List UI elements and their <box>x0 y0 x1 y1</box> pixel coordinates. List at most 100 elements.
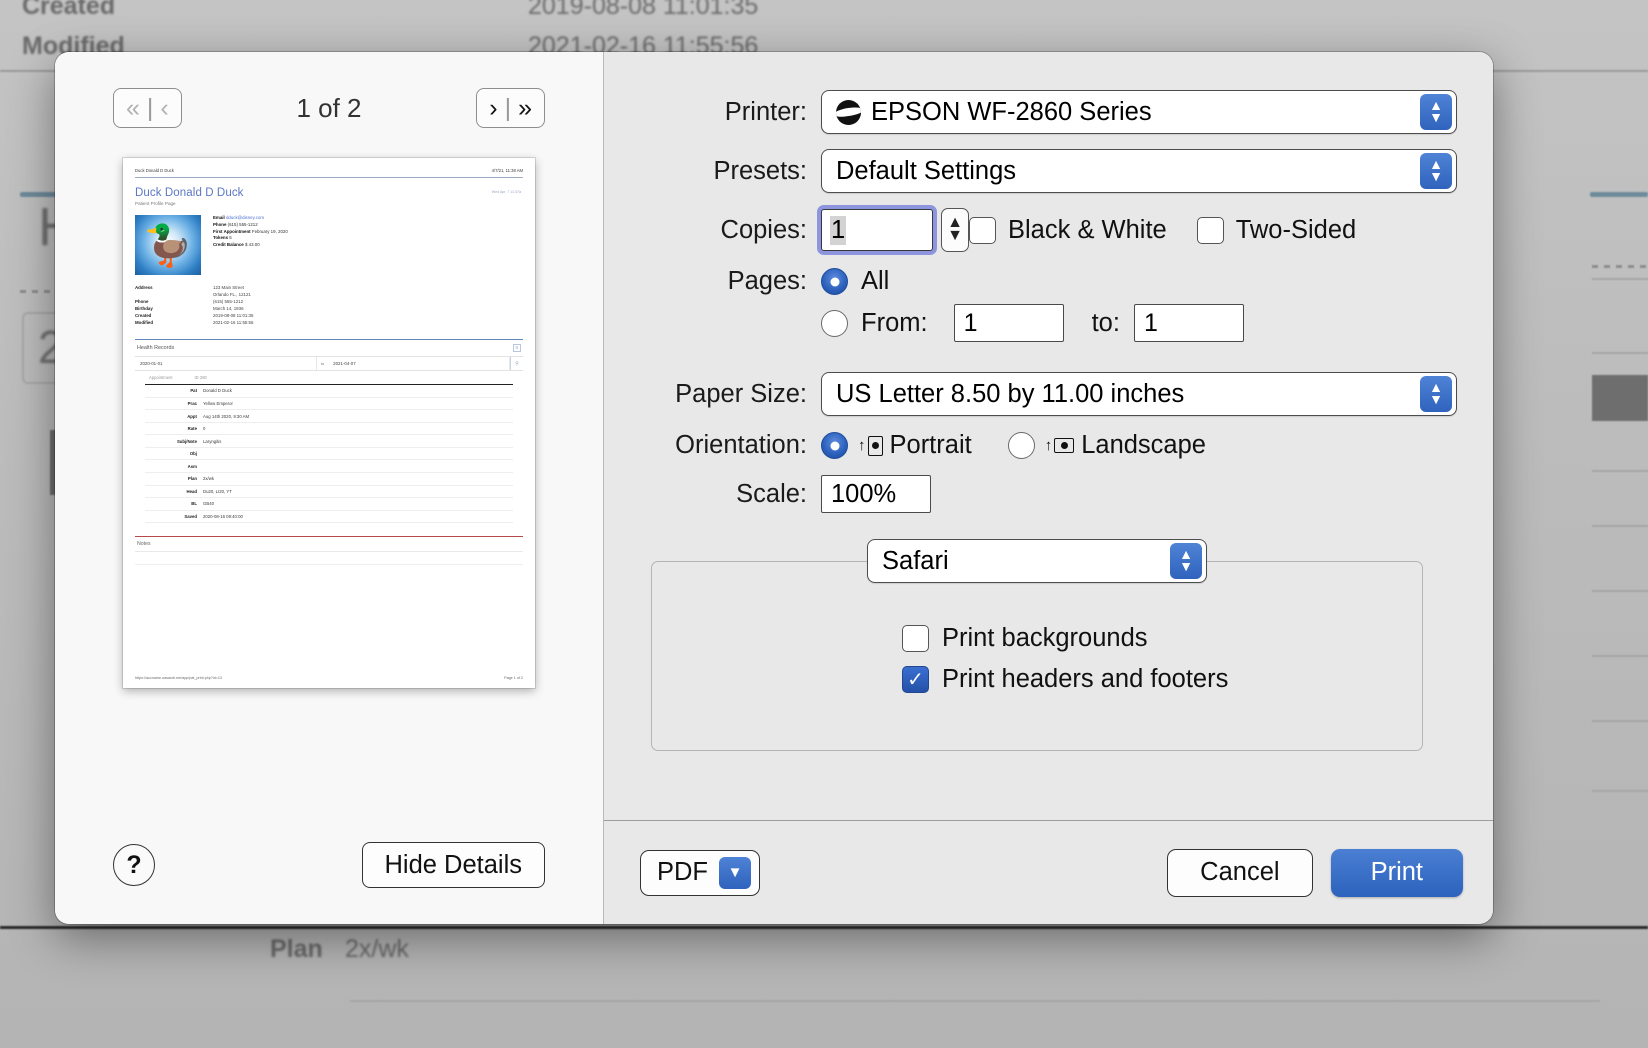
print-dialog: « | ‹ 1 of 2 › | » Duck Donald D Duck 4/… <box>55 52 1493 924</box>
table-row: Prac Yellow Emperor <box>145 398 513 411</box>
row-value: Laryngitis <box>203 438 222 444</box>
prev-page-icon: ‹ <box>160 93 169 122</box>
appointment-table: Pat Donald D Duck Prac Yellow Emperor Appt… <box>145 384 513 524</box>
table-row: Rate 0 <box>145 423 513 436</box>
row-key: BL <box>191 501 197 507</box>
row-value: GB40 <box>203 501 214 507</box>
presets-select[interactable]: Default Settings ▲ ▼ <box>821 149 1457 193</box>
doc-field-row: Address 123 Main Street <box>135 284 523 291</box>
epson-drop-icon <box>836 99 861 125</box>
pages-from-input[interactable]: 1 <box>953 304 1064 342</box>
preview-pane: « | ‹ 1 of 2 › | » Duck Donald D Duck 4/… <box>55 52 604 924</box>
contact-value: dduck@disney.com <box>225 215 265 220</box>
table-row: Plan 2x/wk <box>145 473 513 486</box>
row-key: Subj/Note <box>176 438 197 444</box>
copies-input[interactable]: 1 <box>821 209 933 251</box>
table-row: BL GB40 <box>145 498 513 511</box>
print-headers-footers-checkbox[interactable]: ✓ <box>902 666 929 693</box>
next-page-button[interactable]: › | » <box>476 88 545 128</box>
field-key: Modified <box>135 320 154 326</box>
row-key: Obj <box>189 451 197 457</box>
doc-field-row: Birthday March 14, 1936 <box>135 305 523 312</box>
copies-stepper[interactable]: ▲ ▼ <box>941 208 969 252</box>
dialog-footer: PDF ▼ Cancel Print <box>604 820 1493 924</box>
print-button[interactable]: Print <box>1330 848 1463 897</box>
field-value: 2021-02-16 11:55:56 <box>213 320 254 326</box>
contact-value: February 19, 2020 <box>251 228 288 234</box>
bg-row-line-5 <box>1592 590 1648 592</box>
table-row: Appt Aug 14th 2020, 9:30 AM <box>145 410 513 423</box>
bg-divider-bottom <box>0 926 1648 929</box>
contact-value: $ 43.00 <box>244 242 260 248</box>
doc-header-rule <box>135 177 523 178</box>
bg-row-line-4 <box>1592 525 1648 527</box>
two-sided-checkbox[interactable] <box>1196 216 1224 244</box>
first-page-icon: « <box>126 93 140 122</box>
copies-label: Copies: <box>720 215 807 244</box>
field-key: Created <box>135 313 152 319</box>
presets-label: Presets: <box>713 156 807 185</box>
doc-field-row: Phone (615) 555-1212 <box>135 298 523 305</box>
pages-all-radio[interactable] <box>821 268 848 295</box>
options-list: Printer: EPSON WF-2860 Series ▲ ▼ Presets… <box>604 52 1493 820</box>
orientation-label: Orientation: <box>675 431 807 459</box>
doc-footer-page: Page 1 of 2 <box>504 676 523 680</box>
doc-field-row: Modified 2021-02-16 11:55:56 <box>135 319 523 326</box>
black-and-white-checkbox[interactable] <box>969 216 996 244</box>
table-row: Asm <box>145 460 513 473</box>
chevron-updown-icon: ▲ ▼ <box>1170 543 1202 579</box>
orientation-row: Orientation: ↑ Portrait ↑ Landscape <box>626 431 1457 460</box>
pdf-button[interactable]: PDF ▼ <box>640 849 760 896</box>
pages-to-input[interactable]: 1 <box>1133 304 1244 342</box>
row-key: Appt <box>187 413 197 419</box>
app-select[interactable]: Safari ▲ ▼ <box>867 539 1207 583</box>
row-key: Saved <box>184 513 197 519</box>
field-value: Orlando FL., 12121 <box>213 292 251 298</box>
scale-input[interactable]: 100% <box>821 475 931 513</box>
help-button[interactable]: ? <box>113 844 155 886</box>
field-value: 123 Main Street <box>213 285 244 290</box>
paper-size-value: US Letter 8.50 by 11.00 inches <box>836 379 1185 408</box>
contact-key: Credit Balance <box>213 242 244 248</box>
black-and-white-label: Black & White <box>1008 215 1167 244</box>
print-headers-footers-label: Print headers and footers <box>942 665 1229 693</box>
copies-value: 1 <box>830 215 847 245</box>
previous-page-button[interactable]: « | ‹ <box>113 88 182 128</box>
field-value: March 14, 1936 <box>213 306 244 312</box>
preview-bottom-bar: ? Hide Details <box>55 842 603 924</box>
row-value: Donald D Duck <box>203 388 232 394</box>
collapse-icon: ≡ <box>513 344 521 353</box>
table-row: Obj <box>145 448 513 461</box>
paper-size-row: Paper Size: US Letter 8.50 by 11.00 inch… <box>626 372 1457 416</box>
contact-item: Credit Balance $ 43.00 <box>213 242 288 249</box>
notes-section: Notes <box>135 536 523 566</box>
doc-running-header: Duck Donald D Duck 4/7/21, 11:38 AM <box>135 168 523 173</box>
row-value: 2x/wk <box>203 476 214 482</box>
pages-range-radio[interactable] <box>821 309 848 337</box>
scale-row: Scale: 100% <box>626 475 1457 513</box>
printer-label: Printer: <box>724 97 807 126</box>
print-headers-footers-row: ✓ Print headers and footers <box>652 665 1422 694</box>
print-backgrounds-checkbox[interactable] <box>902 625 929 652</box>
chevron-updown-icon: ▲ ▼ <box>1420 376 1452 412</box>
bg-row-line-8 <box>1592 790 1648 792</box>
contact-key: Phone <box>213 221 227 227</box>
hide-details-button[interactable]: Hide Details <box>361 842 545 888</box>
doc-corner-date: Wed Apr, 7 11:37a <box>491 190 521 194</box>
row-key: Pat <box>190 388 197 394</box>
orientation-portrait-radio[interactable] <box>821 432 848 459</box>
paper-size-select[interactable]: US Letter 8.50 by 11.00 inches ▲ ▼ <box>821 372 1457 416</box>
bg-row-line-bottom <box>350 1000 1600 1002</box>
printer-row: Printer: EPSON WF-2860 Series ▲ ▼ <box>626 90 1457 134</box>
cancel-button[interactable]: Cancel <box>1167 848 1313 897</box>
bg-value-plan: 2x/wk <box>345 935 409 963</box>
printer-select[interactable]: EPSON WF-2860 Series ▲ ▼ <box>821 90 1457 134</box>
orientation-landscape-radio[interactable] <box>1007 432 1035 459</box>
notes-title: Notes <box>135 537 523 553</box>
bg-row-line-1 <box>1592 278 1648 280</box>
orientation-landscape-label: Landscape <box>1081 431 1206 459</box>
presets-row: Presets: Default Settings ▲ ▼ <box>626 149 1457 193</box>
pages-all-row: Pages: All <box>626 267 1457 296</box>
field-key: Address <box>135 285 153 290</box>
document-preview-page[interactable]: Duck Donald D Duck 4/7/21, 11:38 AM Wed … <box>123 158 535 688</box>
